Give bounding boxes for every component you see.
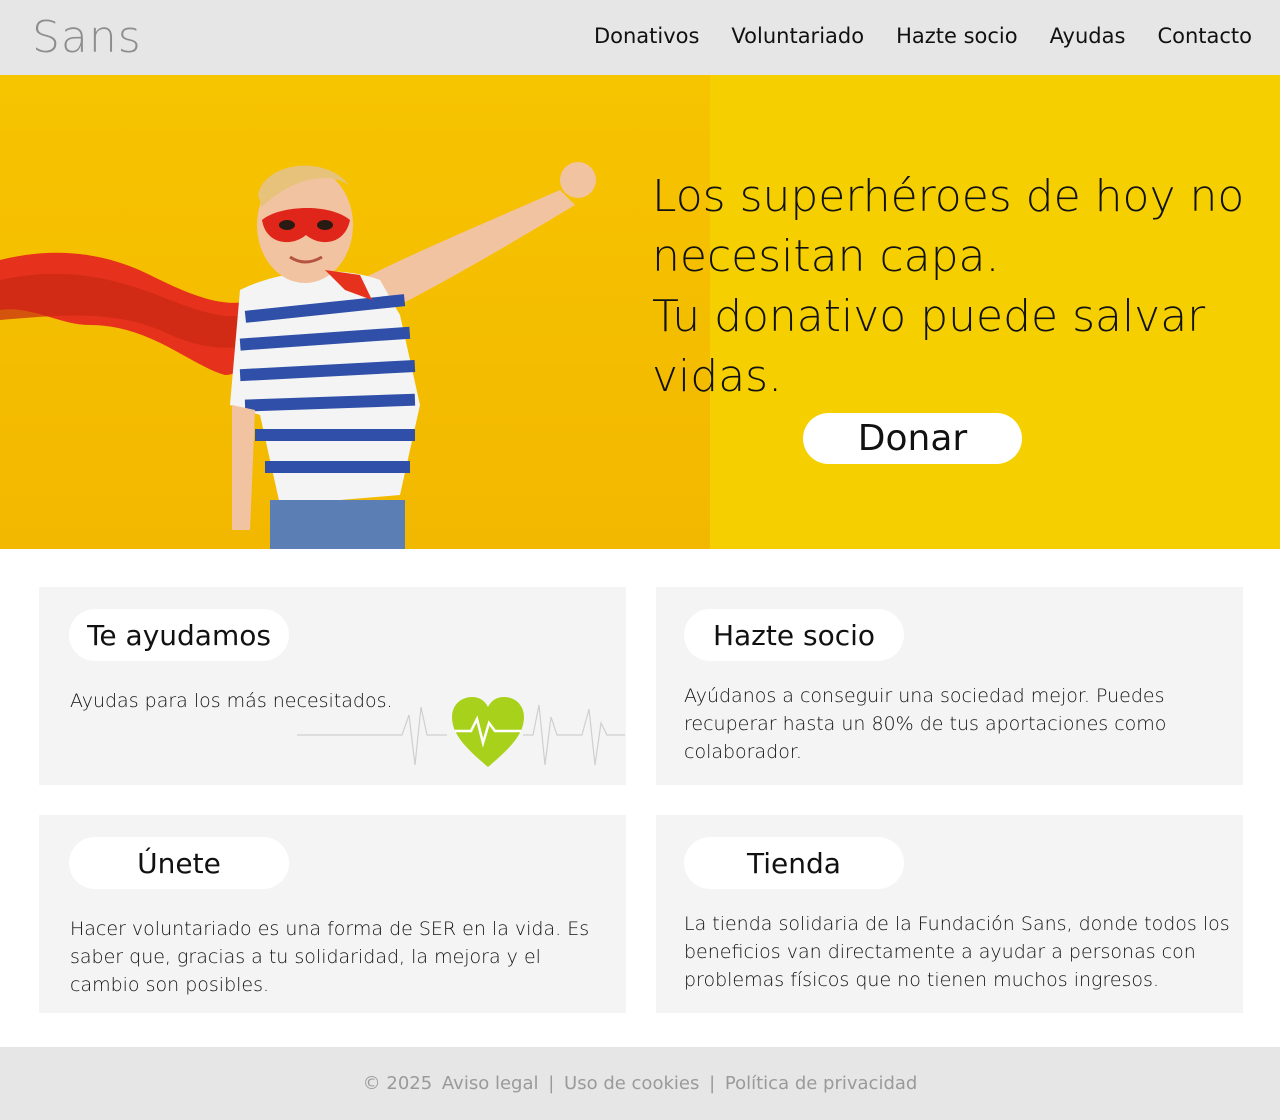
- footer-separator: |: [548, 1073, 555, 1094]
- hero-banner: Los superhéroes de hoy no necesitan capa…: [0, 75, 1280, 549]
- nav-item-hazte-socio[interactable]: Hazte socio: [896, 24, 1018, 48]
- nav-item-donativos[interactable]: Donativos: [594, 24, 699, 48]
- hero-photo-superhero-kid: [0, 75, 710, 549]
- heart-pulse-icon: [297, 697, 625, 767]
- card-tienda: Tienda La tienda solidaria de la Fundaci…: [656, 815, 1243, 1013]
- card-hazte-socio: Hazte socio Ayúdanos a conseguir una soc…: [656, 587, 1243, 785]
- nav-item-contacto[interactable]: Contacto: [1157, 24, 1252, 48]
- card-description: Hacer voluntariado es una forma de SER e…: [70, 918, 590, 996]
- hero-line-2: necesitan capa.: [652, 231, 1000, 282]
- hero-line-4: vidas.: [652, 351, 783, 402]
- card-description: La tienda solidaria de la Fundación Sans…: [684, 913, 1230, 991]
- card-title-button[interactable]: Te ayudamos: [69, 609, 289, 661]
- main-nav: Donativos Voluntariado Hazte socio Ayuda…: [594, 24, 1252, 48]
- footer-link-cookies[interactable]: Uso de cookies: [564, 1073, 699, 1094]
- nav-item-ayudas[interactable]: Ayudas: [1050, 24, 1126, 48]
- card-te-ayudamos: Te ayudamos Ayudas para los más necesita…: [39, 587, 626, 785]
- nav-item-voluntariado[interactable]: Voluntariado: [731, 24, 864, 48]
- card-unete: Únete Hacer voluntariado es una forma de…: [39, 815, 626, 1013]
- hero-line-3: Tu donativo puede salvar: [652, 291, 1206, 342]
- card-title-button[interactable]: Únete: [69, 837, 289, 889]
- card-title-button[interactable]: Hazte socio: [684, 609, 904, 661]
- card-title-button[interactable]: Tienda: [684, 837, 904, 889]
- donate-button[interactable]: Donar: [803, 413, 1022, 464]
- site-logo[interactable]: Sans: [32, 12, 142, 63]
- footer-link-privacidad[interactable]: Política de privacidad: [725, 1073, 917, 1094]
- hero-headline: Los superhéroes de hoy no necesitan capa…: [652, 167, 1252, 407]
- top-navbar: Sans Donativos Voluntariado Hazte socio …: [0, 0, 1280, 75]
- hero-line-1: Los superhéroes de hoy no: [652, 171, 1245, 222]
- footer-link-aviso-legal[interactable]: Aviso legal: [442, 1073, 539, 1094]
- site-footer: © 2025 Aviso legal | Uso de cookies | Po…: [0, 1047, 1280, 1120]
- footer-separator: |: [709, 1073, 716, 1094]
- copyright: © 2025: [362, 1073, 433, 1094]
- footer-links: © 2025 Aviso legal | Uso de cookies | Po…: [0, 1073, 1280, 1094]
- card-description: Ayúdanos a conseguir una sociedad mejor.…: [684, 685, 1167, 763]
